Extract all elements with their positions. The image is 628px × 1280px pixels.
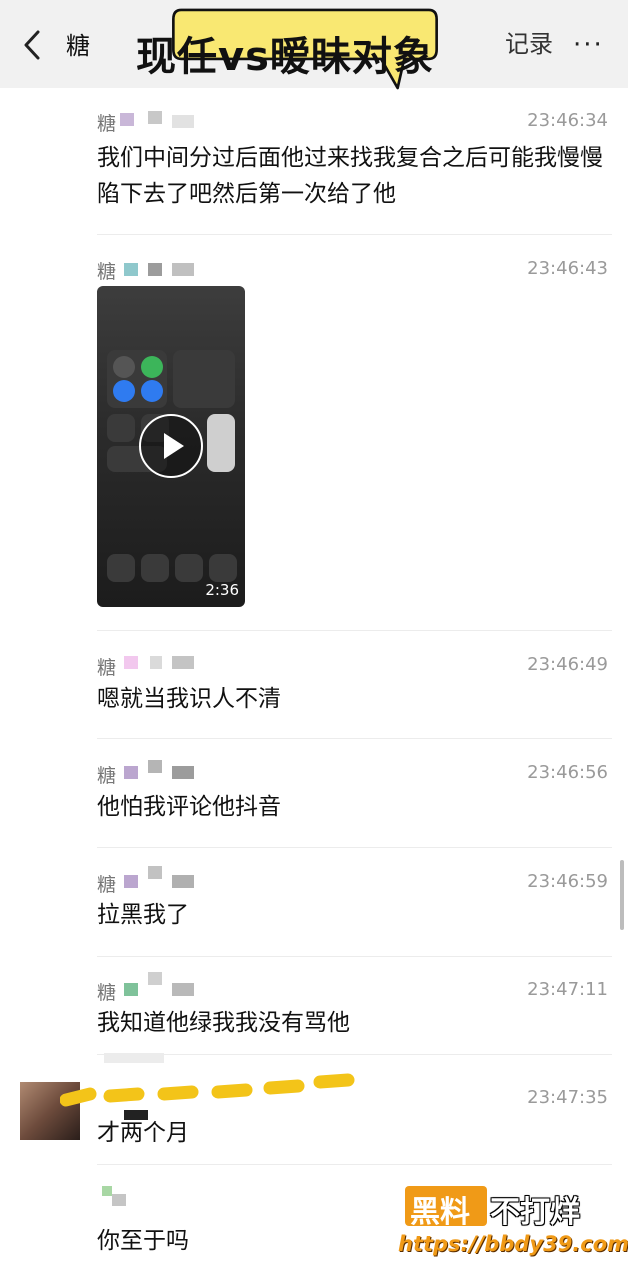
rotation-lock-icon: [107, 414, 135, 442]
blurred-name-pixels: [150, 656, 162, 669]
chat-history-label: 记录: [505, 30, 553, 58]
watermark-url: https://bbdy39.com: [398, 1232, 628, 1256]
blurred-name-pixels: [148, 866, 162, 879]
blurred-name-pixels: [112, 1194, 126, 1206]
video-thumbnail[interactable]: 2:36: [97, 286, 245, 607]
message-divider: [97, 630, 612, 631]
yellow-highlight-marks: [60, 1073, 355, 1107]
sender-name: 糖: [97, 874, 117, 896]
message-divider: [97, 847, 612, 848]
message-text[interactable]: 他怕我评论他抖音: [97, 789, 609, 825]
blurred-name-pixels: [124, 983, 138, 996]
music-tile: [173, 350, 235, 408]
message-time: 23:46:34: [527, 110, 608, 131]
blurred-name-pixels: [124, 766, 138, 779]
message-time: 23:46:49: [527, 654, 608, 675]
sender-name: 糖: [97, 657, 117, 679]
blurred-name-pixels: [124, 875, 138, 888]
message-time: 23:46:43: [527, 258, 608, 279]
blurred-name-pixels: [172, 263, 194, 276]
message-time: 23:46:59: [527, 871, 608, 892]
camera-icon: [209, 554, 237, 582]
message-divider: [97, 956, 612, 957]
watermark-brand-b: 不打烊: [490, 1195, 580, 1230]
sender-name: 糖: [97, 113, 117, 135]
blurred-name-pixels: [172, 766, 194, 779]
back-arrow-icon[interactable]: [16, 28, 50, 62]
play-icon[interactable]: [139, 414, 203, 478]
sender-name: 糖: [97, 765, 117, 787]
message-time: 23:46:56: [527, 762, 608, 783]
cellular-icon: [141, 356, 163, 378]
scrollbar[interactable]: [620, 860, 624, 930]
blurred-name-pixels: [172, 115, 194, 128]
message-time: 23:47:11: [527, 979, 608, 1000]
message-text[interactable]: 我们中间分过后面他过来找我复合之后可能我慢慢陷下去了吧然后第一次给了他: [97, 140, 609, 212]
blurred-name-pixels: [102, 1186, 112, 1196]
flashlight-icon: [107, 554, 135, 582]
message-text[interactable]: 才两个月: [97, 1115, 609, 1151]
message-divider: [97, 1054, 612, 1055]
sender-name: 糖: [97, 982, 117, 1004]
chat-title: 糖: [66, 32, 90, 60]
message-divider: [97, 1164, 612, 1165]
wifi-icon: [113, 380, 135, 402]
blurred-name-pixels: [148, 760, 162, 773]
blurred-name-pixels: [104, 1053, 164, 1063]
blurred-name-pixels: [148, 111, 162, 124]
message-text[interactable]: 拉黑我了: [97, 897, 609, 933]
message-time: 23:47:35: [527, 1087, 608, 1108]
blurred-name-pixels: [124, 656, 138, 669]
blurred-name-pixels: [148, 263, 162, 276]
blurred-name-pixels: [172, 983, 194, 996]
message-divider: [97, 738, 612, 739]
calculator-icon: [175, 554, 203, 582]
message-text[interactable]: 嗯就当我识人不清: [97, 681, 609, 717]
blurred-name-pixels: [172, 656, 194, 669]
video-duration: 2:36: [205, 581, 239, 599]
blurred-name-pixels: [172, 875, 194, 888]
message-text[interactable]: 我知道他绿我我没有骂他: [97, 1005, 609, 1041]
blurred-name-pixels: [120, 113, 134, 126]
more-options-icon[interactable]: ···: [573, 30, 604, 60]
blurred-name-pixels: [148, 972, 162, 985]
watermark-brand-a: 黑料: [410, 1195, 470, 1230]
blurred-name-pixels: [124, 263, 138, 276]
message-divider: [97, 234, 612, 235]
timer-icon: [141, 554, 169, 582]
sender-name: 糖: [97, 261, 117, 283]
bluetooth-icon: [141, 380, 163, 402]
airplane-icon: [113, 356, 135, 378]
caption-text: 现任vs暧昧对象: [136, 34, 434, 80]
volume-slider: [207, 414, 235, 472]
